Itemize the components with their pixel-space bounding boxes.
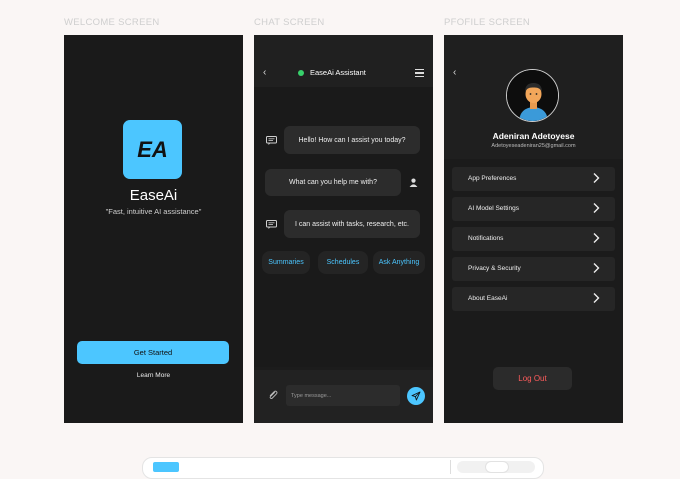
- bot-message: Hello! How can I assist you today?: [284, 126, 420, 154]
- profile-screen: ‹ Adeniran Adetoyese Adetoyeseadeniran25…: [444, 35, 623, 423]
- menu-icon[interactable]: [415, 69, 424, 79]
- app-name: EaseAi: [129, 187, 178, 204]
- logout-label: Log Out: [518, 374, 547, 383]
- get-started-button[interactable]: Get Started: [77, 341, 229, 364]
- menu-item-notifications[interactable]: Notifications: [452, 227, 615, 251]
- toolbar-segment-selected[interactable]: [485, 461, 509, 473]
- learn-more-link[interactable]: Learn More: [64, 372, 243, 379]
- toolbar-segmented-control[interactable]: [457, 461, 535, 473]
- chat-screen: ‹ EaseAi Assistant Hello! How can I assi…: [254, 35, 433, 423]
- online-status-icon: [298, 70, 304, 76]
- chip-ask-anything[interactable]: Ask Anything: [373, 251, 425, 274]
- tagline: "Fast, intuitive AI assistance": [105, 207, 202, 216]
- menu-item-privacy-security[interactable]: Privacy & Security: [452, 257, 615, 281]
- chip-schedules[interactable]: Schedules: [318, 251, 368, 274]
- toolbar-swatch-icon[interactable]: [153, 462, 179, 472]
- profile-name: Adeniran Adetoyese: [492, 131, 575, 141]
- menu-item-label: About EaseAi: [468, 295, 508, 302]
- message-text: I can assist with tasks, research, etc.: [295, 220, 409, 228]
- chat-screen-label: CHAT SCREEN: [254, 17, 325, 28]
- message-input[interactable]: [286, 385, 400, 406]
- chip-label: Schedules: [326, 259, 360, 266]
- send-icon: [411, 391, 421, 401]
- menu-item-about[interactable]: About EaseAi: [452, 287, 615, 311]
- profile-header: ‹ Adeniran Adetoyese Adetoyeseadeniran25…: [444, 35, 623, 159]
- message-composer: [254, 370, 433, 423]
- bot-message-icon: [266, 136, 277, 145]
- back-icon[interactable]: ‹: [263, 67, 266, 78]
- chevron-right-icon: [593, 173, 600, 183]
- bot-message-icon: [266, 220, 277, 229]
- chip-summaries[interactable]: Summaries: [262, 251, 310, 274]
- avatar: [506, 69, 559, 122]
- chevron-right-icon: [593, 203, 600, 213]
- logout-button[interactable]: Log Out: [493, 367, 572, 390]
- chevron-right-icon: [593, 263, 600, 273]
- menu-item-label: Privacy & Security: [468, 265, 521, 272]
- avatar-illustration-icon: [507, 70, 558, 121]
- app-logo: EA: [123, 120, 182, 179]
- profile-email: Adetoyeseadeniran25@gmail.com: [491, 143, 576, 149]
- logo-text: EA: [137, 136, 168, 162]
- attachment-icon[interactable]: [268, 390, 278, 400]
- message-text: What can you help me with?: [289, 179, 377, 186]
- chip-label: Summaries: [268, 259, 304, 266]
- chat-title: EaseAi Assistant: [310, 68, 366, 77]
- user-message: What can you help me with?: [265, 169, 401, 196]
- chevron-right-icon: [593, 233, 600, 243]
- bot-message: I can assist with tasks, research, etc.: [284, 210, 420, 238]
- chip-label: Ask Anything: [378, 259, 420, 266]
- bottom-toolbar: [142, 457, 544, 479]
- menu-item-label: App Preferences: [468, 175, 517, 182]
- menu-item-label: AI Model Settings: [468, 205, 519, 212]
- menu-item-app-preferences[interactable]: App Preferences: [452, 167, 615, 191]
- message-list: Hello! How can I assist you today? What …: [254, 87, 433, 367]
- profile-screen-label: PFOFILE SCREEN: [444, 17, 531, 28]
- menu-item-label: Notifications: [468, 235, 504, 242]
- user-icon: [409, 178, 418, 187]
- send-button[interactable]: [407, 387, 425, 405]
- menu-item-ai-model-settings[interactable]: AI Model Settings: [452, 197, 615, 221]
- back-icon[interactable]: ‹: [453, 67, 456, 78]
- message-text: Hello! How can I assist you today?: [298, 136, 406, 144]
- chat-header: ‹ EaseAi Assistant: [254, 35, 433, 87]
- toolbar-divider: [450, 460, 451, 474]
- welcome-screen-label: WELCOME SCREEN: [64, 17, 160, 28]
- welcome-screen: EA EaseAi "Fast, intuitive AI assistance…: [64, 35, 243, 423]
- chevron-right-icon: [593, 293, 600, 303]
